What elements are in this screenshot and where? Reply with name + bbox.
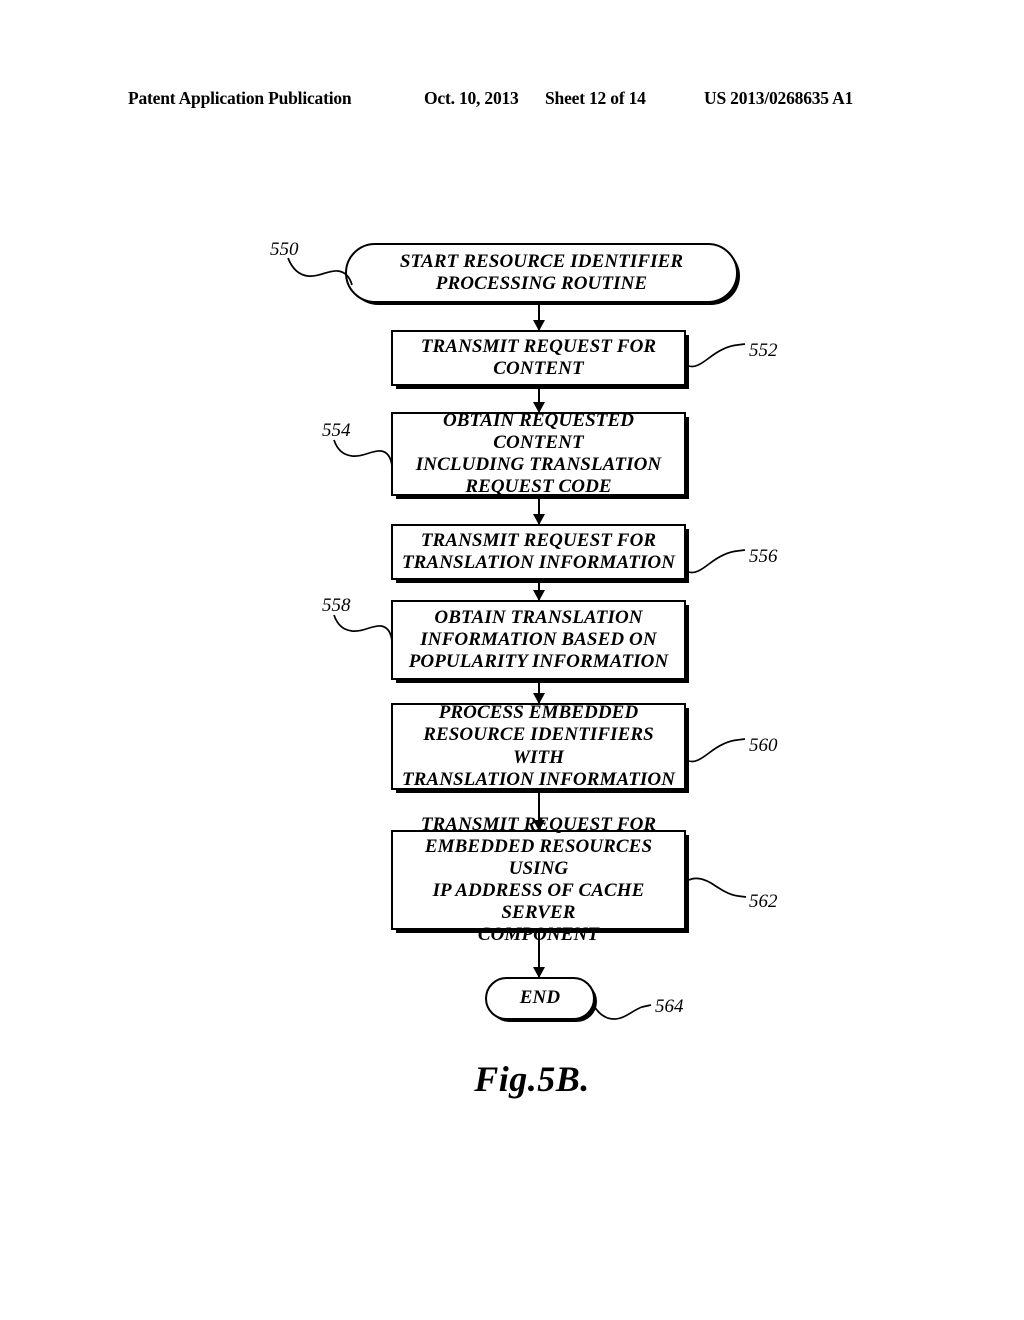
flowchart-node-552: TRANSMIT REQUEST FOR CONTENT (391, 330, 686, 386)
connector-554-to-556 (538, 496, 540, 524)
node-556-line-2: TRANSLATION INFORMATION (401, 552, 676, 573)
figure-caption-text: Fig.5B. (474, 1059, 590, 1099)
flowchart-node-end-text: END (519, 987, 561, 1009)
node-558-line-3: POPULARITY INFORMATION (408, 651, 669, 673)
node-560-line-3: TRANSLATION INFORMATION (401, 768, 676, 790)
node-554-line-1: OBTAIN REQUESTED CONTENT (442, 409, 635, 453)
start-line-1: START RESOURCE IDENTIFIER (399, 250, 684, 272)
leader-line-550 (286, 257, 358, 292)
leader-line-558 (332, 614, 394, 645)
leader-line-554 (332, 439, 394, 470)
leader-line-556 (688, 548, 747, 576)
patent-figure-page: Patent Application Publication Oct. 10, … (0, 0, 1024, 1320)
reference-numeral-560: 560 (749, 735, 778, 756)
leader-line-560 (688, 737, 747, 765)
node-558-line-1: OBTAIN TRANSLATION (434, 606, 643, 628)
reference-numeral-552: 552 (749, 340, 778, 361)
leader-line-552 (688, 342, 747, 370)
figure-caption: Fig.5B. (0, 1058, 1024, 1100)
header-publication-title: Patent Application Publication (128, 88, 352, 108)
flowchart-node-554-text: OBTAIN REQUESTED CONTENT INCLUDING TRANS… (393, 410, 684, 498)
header-sheet-number: Sheet 12 of 14 (545, 88, 646, 108)
flowchart-node-560: PROCESS EMBEDDED RESOURCE IDENTIFIERS WI… (391, 702, 686, 790)
flowchart-node-562-text: TRANSMIT REQUEST FOR EMBEDDED RESOURCES … (393, 814, 684, 946)
node-562-line-1: TRANSMIT REQUEST FOR (420, 813, 657, 835)
node-554-line-2: INCLUDING TRANSLATION (415, 454, 662, 475)
reference-numeral-554: 554 (322, 420, 351, 441)
flowchart-node-start-text: START RESOURCE IDENTIFIER PROCESSING ROU… (347, 251, 736, 295)
node-552-line-2: CONTENT (493, 358, 584, 379)
leader-line-564 (593, 1000, 652, 1026)
connector-552-to-554 (538, 386, 540, 412)
node-560-line-1: PROCESS EMBEDDED (438, 702, 639, 724)
node-556-line-1: TRANSMIT REQUEST FOR (420, 529, 657, 551)
flowchart-node-554: OBTAIN REQUESTED CONTENT INCLUDING TRANS… (391, 410, 686, 498)
connector-562-to-end (538, 930, 540, 977)
flowchart-node-560-text: PROCESS EMBEDDED RESOURCE IDENTIFIERS WI… (393, 702, 684, 790)
node-562-line-2: EMBEDDED RESOURCES USING (424, 835, 653, 879)
flowchart-node-558-text: OBTAIN TRANSLATION INFORMATION BASED ON … (393, 607, 684, 673)
node-560-line-2: RESOURCE IDENTIFIERS WITH (423, 724, 654, 768)
header-date: Oct. 10, 2013 (424, 88, 519, 108)
reference-numeral-556: 556 (749, 546, 778, 567)
header-patent-number: US 2013/0268635 A1 (704, 88, 854, 108)
reference-numeral-564: 564 (655, 996, 684, 1017)
start-line-2: PROCESSING ROUTINE (435, 273, 648, 294)
connector-550-to-552 (538, 303, 540, 330)
node-562-line-3: IP ADDRESS OF CACHE SERVER (432, 880, 645, 924)
flowchart-node-start: START RESOURCE IDENTIFIER PROCESSING ROU… (345, 243, 738, 303)
reference-numeral-562: 562 (749, 891, 778, 912)
leader-line-562 (688, 874, 747, 904)
reference-numeral-558: 558 (322, 595, 351, 616)
connector-558-to-560 (538, 680, 540, 703)
node-552-line-1: TRANSMIT REQUEST FOR (420, 335, 657, 357)
node-558-line-2: INFORMATION BASED ON (420, 628, 657, 650)
connector-556-to-558 (538, 580, 540, 600)
flowchart-node-556: TRANSMIT REQUEST FOR TRANSLATION INFORMA… (391, 524, 686, 580)
flowchart-node-558: OBTAIN TRANSLATION INFORMATION BASED ON … (391, 600, 686, 680)
flowchart-node-562: TRANSMIT REQUEST FOR EMBEDDED RESOURCES … (391, 814, 686, 945)
flowchart-node-556-text: TRANSMIT REQUEST FOR TRANSLATION INFORMA… (393, 530, 684, 574)
node-554-line-3: REQUEST CODE (465, 476, 612, 498)
flowchart-node-552-text: TRANSMIT REQUEST FOR CONTENT (393, 336, 684, 380)
flowchart-node-end: END (485, 977, 595, 1020)
